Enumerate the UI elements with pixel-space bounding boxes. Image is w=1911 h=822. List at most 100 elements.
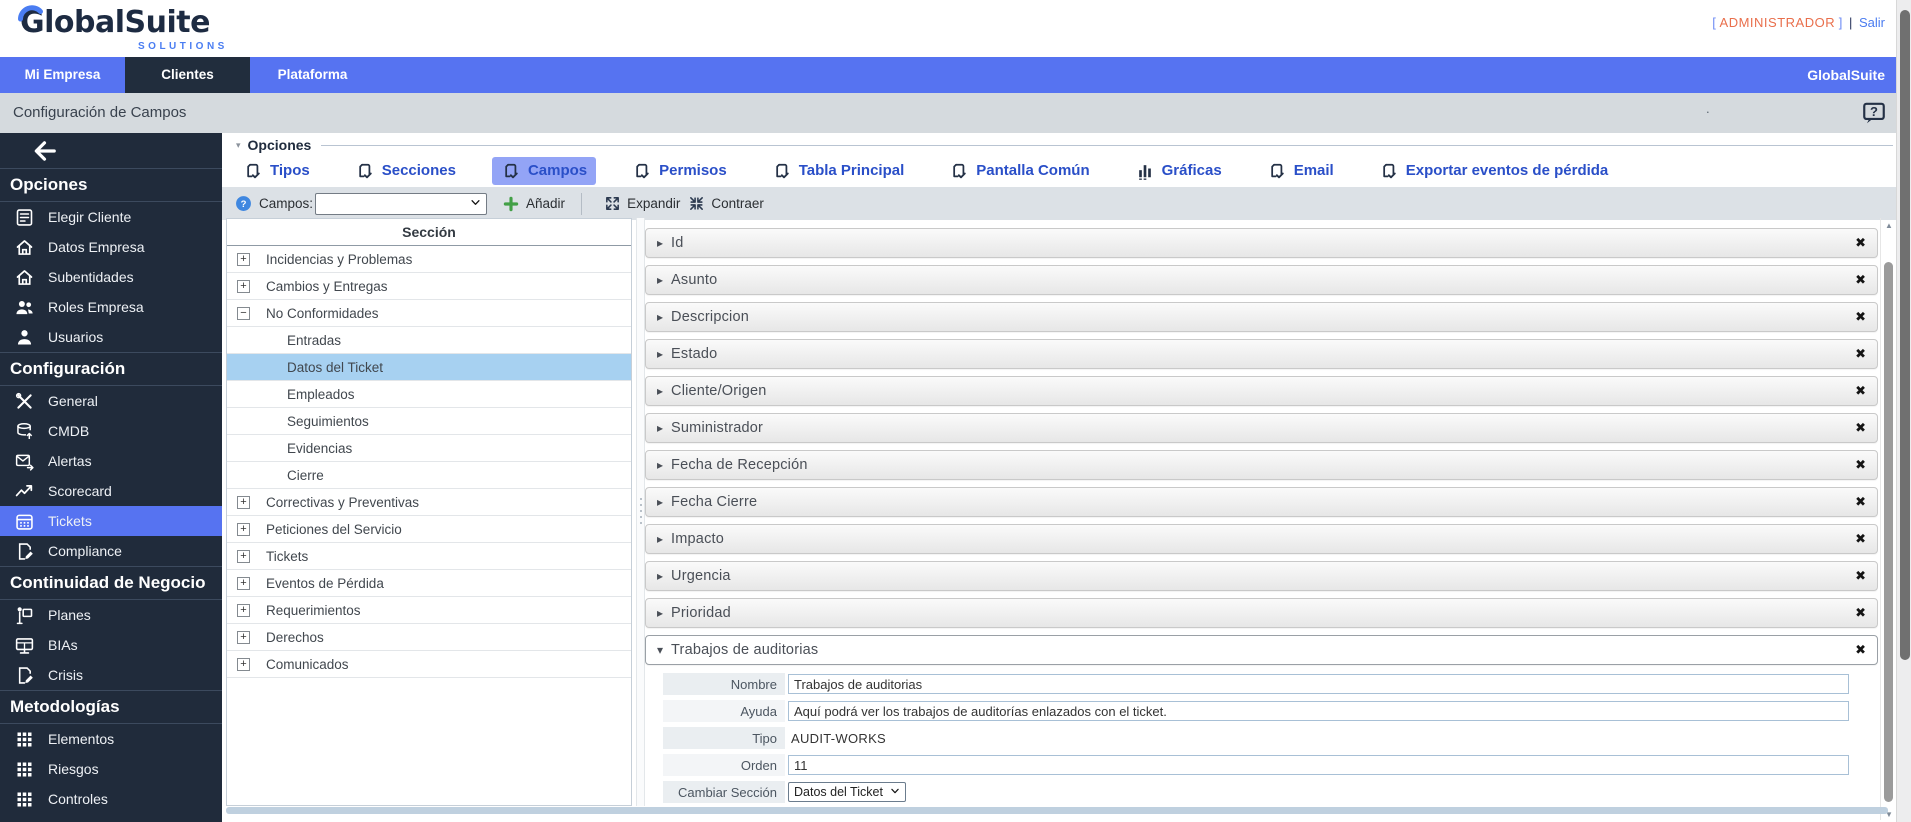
sidebar-item-bias[interactable]: BIAs (0, 630, 222, 660)
field-section-prioridad[interactable]: ▸ Prioridad ✖ (645, 598, 1878, 628)
sidebar-item-planes[interactable]: Planes (0, 600, 222, 630)
expand-plus-icon[interactable]: + (237, 603, 250, 617)
horizontal-scrollbar[interactable] (226, 807, 1888, 814)
close-icon[interactable]: ✖ (1855, 309, 1866, 325)
tab-graficas[interactable]: Gráficas (1126, 157, 1231, 185)
collapse-icon[interactable] (688, 195, 705, 212)
sidebar-item-cmdb[interactable]: CMDB (0, 416, 222, 446)
field-section-trabajos-de-auditorias[interactable]: ▾ Trabajos de auditorias ✖ (645, 635, 1878, 665)
tab-campos[interactable]: Campos (491, 156, 597, 185)
tree-row-tickets[interactable]: + Tickets (227, 543, 631, 570)
tree-row-requerimientos[interactable]: + Requerimientos (227, 597, 631, 624)
expand-plus-icon[interactable]: + (237, 549, 250, 563)
sidebar-item-general[interactable]: General (0, 386, 222, 416)
expand-plus-icon[interactable]: + (237, 252, 250, 266)
orden-input[interactable] (788, 755, 1849, 775)
sidebar-item-auditorias[interactable]: Auditorías (0, 814, 222, 822)
sidebar-item-subentidades[interactable]: Subentidades (0, 262, 222, 292)
collapse-minus-icon[interactable]: − (237, 306, 250, 320)
page-scrollbar-thumb[interactable] (1899, 10, 1910, 660)
tree-row-incidencias-y-problemas[interactable]: + Incidencias y Problemas (227, 246, 631, 273)
help-button[interactable]: ? (1861, 100, 1887, 126)
ayuda-input[interactable] (788, 701, 1849, 721)
tree-row-eventos-de-perdida[interactable]: + Eventos de Pérdida (227, 570, 631, 597)
sidebar-item-roles-empresa[interactable]: Roles Empresa (0, 292, 222, 322)
expand-plus-icon[interactable]: + (237, 495, 250, 509)
field-section-estado[interactable]: ▸ Estado ✖ (645, 339, 1878, 369)
expand-plus-icon[interactable]: + (237, 279, 250, 293)
field-section-descripcion[interactable]: ▸ Descripcion ✖ (645, 302, 1878, 332)
fields-scrollbar-thumb[interactable] (1884, 262, 1893, 802)
close-icon[interactable]: ✖ (1855, 346, 1866, 362)
tree-row-datos-del-ticket[interactable]: Datos del Ticket (227, 354, 631, 381)
field-section-fecha-cierre[interactable]: ▸ Fecha Cierre ✖ (645, 487, 1878, 517)
sidebar-item-datos-empresa[interactable]: Datos Empresa (0, 232, 222, 262)
close-icon[interactable]: ✖ (1855, 272, 1866, 288)
field-section-id[interactable]: ▸ Id ✖ (645, 228, 1878, 258)
tree-row-no-conformidades[interactable]: − No Conformidades (227, 300, 631, 327)
tab-pantalla-comun[interactable]: Pantalla Común (940, 157, 1098, 185)
close-icon[interactable]: ✖ (1855, 420, 1866, 436)
expand-icon[interactable] (604, 195, 621, 212)
field-section-urgencia[interactable]: ▸ Urgencia ✖ (645, 561, 1878, 591)
collapse-button[interactable]: Contraer (711, 196, 764, 211)
scroll-up-icon[interactable]: ▲ (1883, 221, 1895, 230)
tab-tipos[interactable]: Tipos (234, 157, 319, 185)
field-section-fecha-de-recepcion[interactable]: ▸ Fecha de Recepción ✖ (645, 450, 1878, 480)
tree-row-empleados[interactable]: Empleados (227, 381, 631, 408)
expand-button[interactable]: Expandir (627, 196, 680, 211)
nav-tab-plataforma[interactable]: Plataforma (250, 57, 375, 93)
close-icon[interactable]: ✖ (1855, 383, 1866, 399)
field-section-impacto[interactable]: ▸ Impacto ✖ (645, 524, 1878, 554)
tree-row-cambios-y-entregas[interactable]: + Cambios y Entregas (227, 273, 631, 300)
back-button[interactable] (32, 138, 58, 164)
sidebar-item-tickets[interactable]: Tickets (0, 506, 222, 536)
nav-tab-mi-empresa[interactable]: Mi Empresa (0, 57, 125, 93)
tab-permisos[interactable]: Permisos (623, 157, 736, 185)
expand-plus-icon[interactable]: + (237, 576, 250, 590)
sidebar-item-crisis[interactable]: Crisis (0, 660, 222, 690)
expand-plus-icon[interactable]: + (237, 522, 250, 536)
sidebar-item-usuarios[interactable]: Usuarios (0, 322, 222, 352)
close-icon[interactable]: ✖ (1855, 457, 1866, 473)
add-icon[interactable] (502, 195, 520, 213)
tree-row-correctivas-y-preventivas[interactable]: + Correctivas y Preventivas (227, 489, 631, 516)
logout-link[interactable]: Salir (1859, 15, 1885, 30)
tab-tabla-principal[interactable]: Tabla Principal (763, 157, 914, 185)
tree-row-entradas[interactable]: Entradas (227, 327, 631, 354)
sidebar-item-riesgos[interactable]: Riesgos (0, 754, 222, 784)
close-icon[interactable]: ✖ (1855, 605, 1866, 621)
tree-row-comunicados[interactable]: + Comunicados (227, 651, 631, 678)
campos-select[interactable] (315, 192, 488, 215)
expand-plus-icon[interactable]: + (237, 657, 250, 671)
tab-email[interactable]: Email (1258, 157, 1343, 185)
tab-secciones[interactable]: Secciones (346, 157, 465, 185)
add-button[interactable]: Añadir (526, 196, 565, 211)
nav-tab-clientes[interactable]: Clientes (125, 57, 250, 93)
nombre-input[interactable] (788, 674, 1849, 694)
help-icon[interactable]: ? (235, 195, 252, 212)
field-section-cliente-origen[interactable]: ▸ Cliente/Origen ✖ (645, 376, 1878, 406)
field-section-asunto[interactable]: ▸ Asunto ✖ (645, 265, 1878, 295)
tree-row-derechos[interactable]: + Derechos (227, 624, 631, 651)
sidebar-item-controles[interactable]: Controles (0, 784, 222, 814)
panel-splitter[interactable] (636, 218, 645, 806)
field-section-suministrador[interactable]: ▸ Suministrador ✖ (645, 413, 1878, 443)
tree-row-evidencias[interactable]: Evidencias (227, 435, 631, 462)
sidebar-item-compliance[interactable]: Compliance (0, 536, 222, 566)
close-icon[interactable]: ✖ (1855, 568, 1866, 584)
cambiar-seccion-select[interactable]: Datos del Ticket (788, 782, 906, 802)
sidebar-item-elementos[interactable]: Elementos (0, 724, 222, 754)
close-icon[interactable]: ✖ (1855, 235, 1866, 251)
sidebar-item-alertas[interactable]: Alertas (0, 446, 222, 476)
sidebar-item-scorecard[interactable]: Scorecard (0, 476, 222, 506)
close-icon[interactable]: ✖ (1855, 531, 1866, 547)
close-icon[interactable]: ✖ (1855, 642, 1866, 658)
caret-down-icon[interactable]: ▾ (236, 140, 241, 151)
sidebar-item-elegir-cliente[interactable]: Elegir Cliente (0, 202, 222, 232)
tree-row-peticiones-del-servicio[interactable]: + Peticiones del Servicio (227, 516, 631, 543)
tab-exportar-eventos-de-perdida[interactable]: Exportar eventos de pérdida (1370, 157, 1618, 185)
tree-row-cierre[interactable]: Cierre (227, 462, 631, 489)
tree-row-seguimientos[interactable]: Seguimientos (227, 408, 631, 435)
page-scrollbar[interactable] (1896, 0, 1911, 822)
